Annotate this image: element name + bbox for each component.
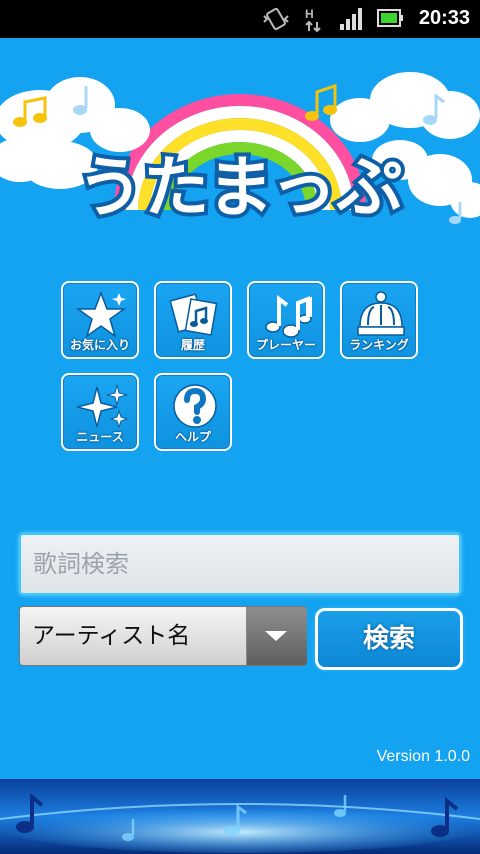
help-label: ヘルプ <box>174 430 211 444</box>
hspa-icon: H <box>305 7 321 33</box>
player-label: プレーヤー <box>255 338 316 352</box>
player-button[interactable]: プレーヤー <box>247 281 325 359</box>
crown-icon <box>357 291 405 336</box>
favorites-button[interactable]: お気に入り <box>61 281 139 359</box>
news-button[interactable]: ニュース <box>61 373 139 451</box>
app-logo: うたまっぷ <box>0 72 480 230</box>
help-button[interactable]: ヘルプ <box>154 373 232 451</box>
signal-icon <box>340 8 362 30</box>
search-button[interactable]: 検索 <box>315 608 463 670</box>
clock-time: 20:33 <box>418 7 470 29</box>
ranking-label: ランキング <box>349 338 409 352</box>
status-bar: H 20:33 <box>0 0 480 38</box>
history-icon <box>169 293 218 336</box>
search-type-value: アーティスト名 <box>32 623 191 649</box>
sparkle-icon <box>76 384 129 429</box>
search-type-select[interactable]: アーティスト名 <box>19 606 307 666</box>
history-label: 履歴 <box>180 338 205 352</box>
footer-banner <box>0 779 480 854</box>
favorites-label: お気に入り <box>69 338 130 352</box>
star-icon <box>75 290 127 338</box>
music-notes-icon <box>265 295 312 338</box>
ranking-button[interactable]: ランキング <box>340 281 418 359</box>
help-icon <box>173 384 217 428</box>
dropdown-button[interactable] <box>247 607 307 665</box>
battery-icon <box>377 9 403 27</box>
logo-title: うたまっぷ <box>77 149 402 226</box>
lyrics-search-input[interactable]: 歌詞検索 <box>19 533 461 595</box>
history-button[interactable]: 履歴 <box>154 281 232 359</box>
version-label: Version 1.0.0 <box>376 748 470 765</box>
vibrate-icon <box>263 7 289 31</box>
chevron-down-icon <box>265 631 287 641</box>
news-label: ニュース <box>76 430 124 444</box>
svg-text:H: H <box>305 7 314 21</box>
